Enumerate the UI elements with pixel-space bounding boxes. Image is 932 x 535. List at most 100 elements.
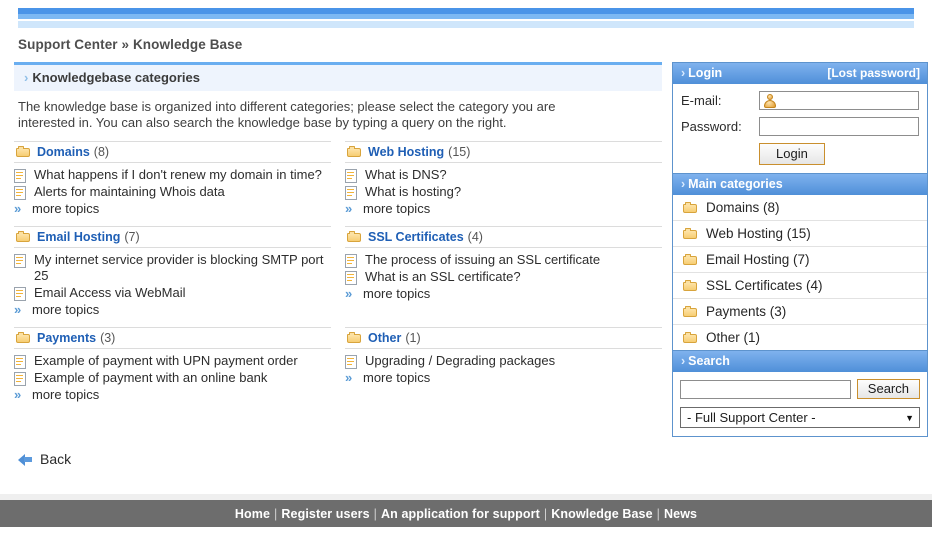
category-header-email-hosting[interactable]: Email Hosting (7) (14, 226, 331, 248)
topic-link[interactable]: Example of payment with an online bank (14, 370, 331, 386)
more-topics-label[interactable]: more topics (363, 370, 430, 385)
sidebar-category-label[interactable]: Other (1) (706, 330, 760, 345)
topic-label[interactable]: Alerts for maintaining Whois data (32, 184, 225, 200)
category-title[interactable]: Email Hosting (37, 230, 120, 244)
sidebar-category-label[interactable]: SSL Certificates (4) (706, 278, 823, 293)
category-header-ssl-certificates[interactable]: SSL Certificates (4) (345, 226, 662, 248)
category-header-web-hosting[interactable]: Web Hosting (15) (345, 141, 662, 163)
back-label[interactable]: Back (40, 451, 71, 467)
login-button[interactable]: Login (759, 143, 825, 165)
topic-link[interactable]: Email Access via WebMail (14, 285, 331, 301)
footer-link-register-users[interactable]: Register users (281, 507, 369, 521)
topic-label[interactable]: What is an SSL certificate? (363, 269, 521, 285)
sidebar-category-label[interactable]: Web Hosting (15) (706, 226, 811, 241)
more-topics-link[interactable]: » more topics (345, 286, 662, 301)
main-categories-list: Domains (8) Web Hosting (15) Email Hosti… (673, 195, 927, 350)
more-topics-link[interactable]: » more topics (345, 370, 662, 385)
topic-label[interactable]: Example of payment with UPN payment orde… (32, 353, 298, 369)
back-link[interactable]: Back (18, 451, 932, 467)
topic-link[interactable]: What is an SSL certificate? (345, 269, 662, 285)
more-topics-link[interactable]: » more topics (14, 302, 331, 317)
main-categories-title-label: Main categories (688, 177, 783, 191)
topic-label[interactable]: My internet service provider is blocking… (32, 252, 331, 284)
sidebar-category-payments[interactable]: Payments (3) (673, 299, 927, 325)
document-icon (345, 186, 357, 200)
category-title[interactable]: SSL Certificates (368, 230, 464, 244)
topic-label[interactable]: The process of issuing an SSL certificat… (363, 252, 600, 268)
password-label: Password: (681, 119, 742, 134)
sidebar-category-other[interactable]: Other (1) (673, 325, 927, 350)
category-cell-other: Other (1) Upgrading / Degrading packages… (345, 327, 662, 412)
document-icon (14, 287, 26, 301)
category-header-domains[interactable]: Domains (8) (14, 141, 331, 163)
folder-icon (347, 332, 362, 344)
folder-icon (683, 305, 698, 318)
category-title[interactable]: Domains (37, 145, 90, 159)
more-topics-link[interactable]: » more topics (345, 201, 662, 216)
category-count: (7) (124, 230, 140, 244)
footer-bottom-spacer (0, 527, 932, 535)
search-panel-title: › Search (673, 351, 927, 372)
email-field[interactable] (759, 91, 919, 110)
topic-label[interactable]: Example of payment with an online bank (32, 370, 267, 386)
main-categories-panel-title: › Main categories (673, 174, 927, 195)
category-count: (15) (448, 145, 471, 159)
chevron-right-icon: › (24, 70, 29, 85)
more-topics-label[interactable]: more topics (363, 286, 430, 301)
sidebar-category-domains[interactable]: Domains (8) (673, 195, 927, 221)
topic-link[interactable]: What happens if I don't renew my domain … (14, 167, 331, 183)
category-title[interactable]: Payments (37, 331, 96, 345)
category-title[interactable]: Other (368, 331, 401, 345)
category-header-payments[interactable]: Payments (3) (14, 327, 331, 349)
document-icon (14, 372, 26, 386)
footer-link-application-for-support[interactable]: An application for support (381, 507, 540, 521)
more-topics-link[interactable]: » more topics (14, 387, 331, 402)
sidebar-category-label[interactable]: Email Hosting (7) (706, 252, 810, 267)
topic-link[interactable]: My internet service provider is blocking… (14, 252, 331, 284)
more-topics-link[interactable]: » more topics (14, 201, 331, 216)
topic-link[interactable]: Upgrading / Degrading packages (345, 353, 662, 369)
category-cell-ssl-certificates: SSL Certificates (4) The process of issu… (345, 226, 662, 327)
search-button[interactable]: Search (856, 379, 920, 399)
document-icon (345, 355, 357, 369)
topic-label[interactable]: What happens if I don't renew my domain … (32, 167, 322, 183)
more-topics-label[interactable]: more topics (32, 201, 99, 216)
topic-link[interactable]: What is hosting? (345, 184, 662, 200)
topic-label[interactable]: What is hosting? (363, 184, 461, 200)
lost-password-link[interactable]: [Lost password] (827, 66, 920, 80)
topic-link[interactable]: What is DNS? (345, 167, 662, 183)
more-topics-label[interactable]: more topics (32, 302, 99, 317)
footer-link-home[interactable]: Home (235, 507, 270, 521)
search-scope-select[interactable]: - Full Support Center - ▼ (680, 407, 920, 428)
stripe-spacer (0, 0, 932, 8)
topic-link[interactable]: Alerts for maintaining Whois data (14, 184, 331, 200)
search-form: Search - Full Support Center - ▼ (673, 372, 927, 436)
sidebar-category-label[interactable]: Payments (3) (706, 304, 786, 319)
topic-label[interactable]: Email Access via WebMail (32, 285, 185, 301)
topic-link[interactable]: The process of issuing an SSL certificat… (345, 252, 662, 268)
footer-link-knowledge-base[interactable]: Knowledge Base (551, 507, 652, 521)
document-icon (345, 271, 357, 285)
category-count: (3) (100, 331, 116, 345)
category-title[interactable]: Web Hosting (368, 145, 444, 159)
topic-label[interactable]: Upgrading / Degrading packages (363, 353, 555, 369)
footer-link-news[interactable]: News (664, 507, 697, 521)
search-input[interactable] (680, 379, 851, 399)
sidebar-category-label[interactable]: Domains (8) (706, 200, 780, 215)
topic-label[interactable]: What is DNS? (363, 167, 447, 183)
knowledgebase-header: › Knowledgebase categories (14, 62, 662, 91)
category-header-other[interactable]: Other (1) (345, 327, 662, 349)
chevron-down-icon: ▼ (905, 412, 914, 423)
login-form: E-mail: Password: Login (673, 84, 927, 173)
password-field[interactable] (759, 117, 919, 136)
topic-link[interactable]: Example of payment with UPN payment orde… (14, 353, 331, 369)
sidebar-category-ssl-certificates[interactable]: SSL Certificates (4) (673, 273, 927, 299)
sidebar-category-web-hosting[interactable]: Web Hosting (15) (673, 221, 927, 247)
chevron-right-icon: › (681, 177, 686, 191)
folder-icon (16, 231, 31, 243)
more-topics-label[interactable]: more topics (32, 387, 99, 402)
more-topics-label[interactable]: more topics (363, 201, 430, 216)
footer-separator: | (373, 506, 378, 521)
sidebar-category-email-hosting[interactable]: Email Hosting (7) (673, 247, 927, 273)
footer: Home | Register users | An application for s… (0, 500, 932, 527)
